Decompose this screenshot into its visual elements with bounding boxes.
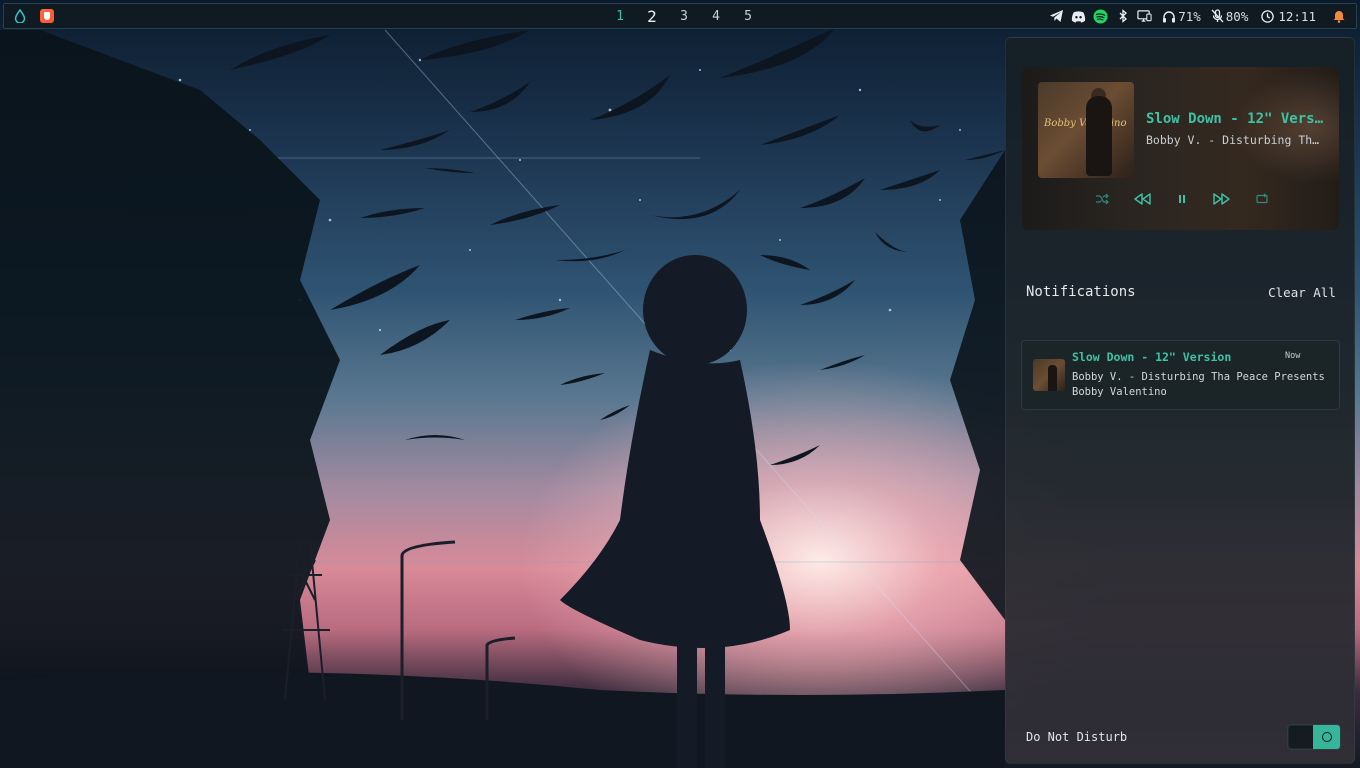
- notifications-heading: Notifications: [1026, 284, 1136, 300]
- track-title: Slow Down - 12" Version: [1146, 111, 1326, 127]
- headphones-icon: [1163, 10, 1176, 22]
- notification-album-thumbnail: [1033, 359, 1065, 391]
- toggle-on-icon: [1321, 732, 1332, 742]
- notification-body: Bobby V. - Disturbing Tha Peace Presents…: [1072, 371, 1325, 398]
- clock-time: 12:11: [1278, 8, 1316, 24]
- shuffle-icon[interactable]: [1092, 189, 1112, 209]
- bell-icon[interactable]: [1331, 9, 1346, 24]
- bluetooth-icon[interactable]: [1115, 9, 1130, 24]
- workspace-switcher: 1 2 3 4 5: [604, 4, 764, 28]
- next-icon[interactable]: [1212, 189, 1232, 209]
- pause-icon[interactable]: [1172, 189, 1192, 209]
- notification-center-panel: Bobby Valentino Slow Down - 12" Version …: [1005, 37, 1355, 764]
- clock-icon: [1261, 9, 1275, 23]
- workspace-3[interactable]: 3: [668, 9, 700, 24]
- workspace-2[interactable]: 2: [636, 7, 668, 26]
- do-not-disturb-toggle[interactable]: [1287, 724, 1341, 750]
- clear-all-button[interactable]: Clear All: [1264, 278, 1340, 306]
- notification-title: Slow Down - 12" Version: [1072, 350, 1232, 364]
- playback-controls: [1092, 189, 1272, 209]
- media-player-widget: Bobby Valentino Slow Down - 12" Version …: [1022, 67, 1339, 230]
- headphones-volume-value: 71%: [1178, 8, 1201, 24]
- brave-browser-icon[interactable]: [40, 9, 54, 23]
- notification-item[interactable]: Slow Down - 12" Version Now Bobby V. - D…: [1021, 340, 1340, 410]
- discord-icon[interactable]: [1071, 9, 1086, 24]
- workspace-1[interactable]: 1: [604, 9, 636, 24]
- notification-time: Now: [1285, 351, 1301, 361]
- workspace-4[interactable]: 4: [700, 9, 732, 24]
- workspace-5[interactable]: 5: [732, 9, 764, 24]
- water-drop-icon[interactable]: [14, 8, 26, 24]
- headphones-volume[interactable]: 71%: [1162, 9, 1201, 24]
- top-bar: 1 2 3 4 5 71% 80% 12:11: [3, 3, 1357, 29]
- microphone-level[interactable]: 80%: [1211, 8, 1249, 24]
- network-icon[interactable]: [1137, 9, 1152, 24]
- track-artist: Bobby V. - Disturbing Tha Peace Presents…: [1146, 133, 1326, 147]
- repeat-icon[interactable]: [1252, 189, 1272, 209]
- mic-muted-icon: [1211, 9, 1224, 23]
- spotify-icon[interactable]: [1093, 9, 1108, 24]
- clock[interactable]: 12:11: [1261, 9, 1316, 24]
- do-not-disturb-label: Do Not Disturb: [1026, 730, 1128, 744]
- telegram-icon[interactable]: [1049, 9, 1064, 24]
- microphone-level-value: 80%: [1225, 8, 1249, 24]
- album-art: Bobby Valentino: [1038, 82, 1134, 178]
- previous-icon[interactable]: [1132, 189, 1152, 209]
